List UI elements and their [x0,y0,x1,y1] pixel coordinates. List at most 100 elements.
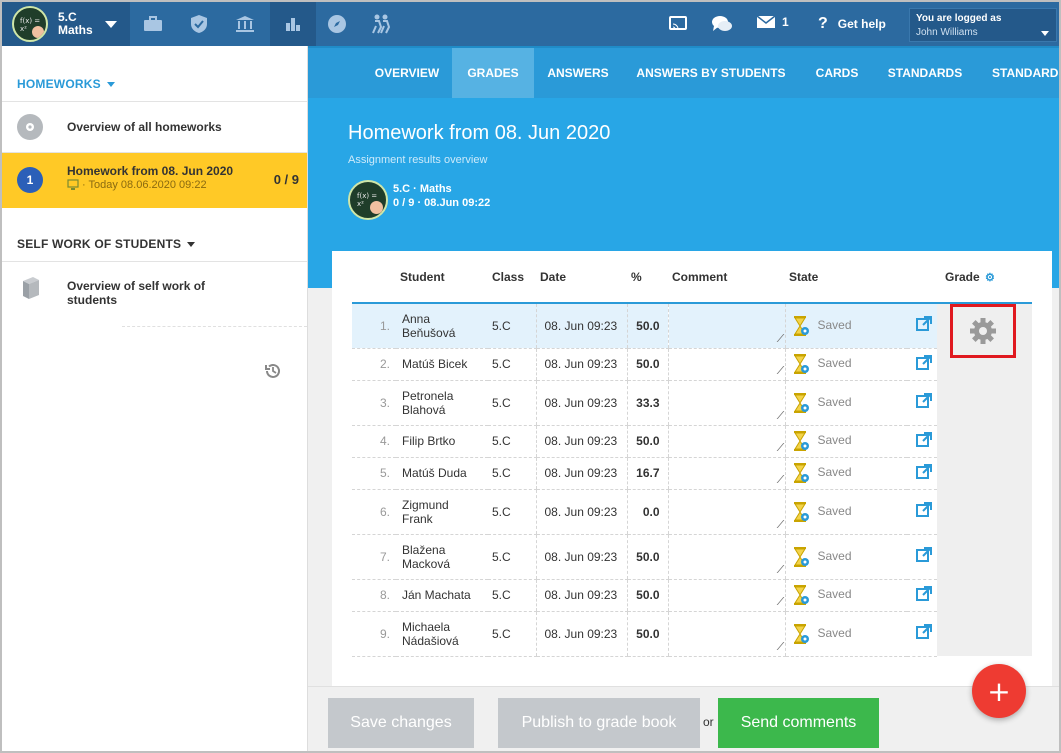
comment-field[interactable] [667,534,785,580]
state-label: Saved [817,465,852,480]
open-external-icon[interactable] [907,425,937,458]
homeworks-section-toggle[interactable]: HOMEWORKS [17,77,115,91]
submission-date: 08. Jun 09:23 [535,579,627,612]
resize-handle-icon[interactable] [769,442,784,451]
comment-field[interactable] [667,489,785,535]
table-row: 5. Matúš Duda 5.C 08. Jun 09:23 16.7 Saved [352,457,1032,490]
self-work-section-toggle[interactable]: SELF WORK OF STUDENTS [17,237,196,251]
publish-button[interactable]: Publish to grade book [498,698,700,748]
hourglass-icon [792,501,810,522]
comment-field[interactable] [667,457,785,490]
resize-handle-icon[interactable] [769,596,784,605]
resize-handle-icon[interactable] [769,519,784,528]
state-cell: Saved [784,380,907,426]
open-external-icon[interactable] [907,611,937,657]
score-percent: 50.0 [626,579,668,612]
class-selector[interactable]: f(x) = x² 5.C Maths [2,2,130,46]
submission-date: 08. Jun 09:23 [535,380,627,426]
student-name: Petronela Blahová [396,380,488,426]
submission-date: 08. Jun 09:23 [535,457,627,490]
briefcase-icon[interactable] [130,2,176,46]
page-subtitle: Assignment results overview [348,154,488,166]
table-row: 9. Michaela Nádašiová 5.C 08. Jun 09:23 50.0… [352,611,1032,657]
students-icon[interactable] [358,2,404,46]
user-name: John Williams [916,27,978,38]
sidebar-item-self-work[interactable]: Overview of self work of students [2,262,307,326]
gear-icon[interactable]: ⚙ [985,272,995,284]
chat-icon[interactable] [700,2,744,46]
messages-link[interactable]: 1 [756,15,789,29]
open-external-icon[interactable] [907,489,937,535]
main-content: OVERVIEW GRADES ANSWERS ANSWERS BY STUDE… [308,46,1059,751]
col-comment: Comment [668,251,785,304]
open-external-icon[interactable] [907,303,937,349]
resize-handle-icon[interactable] [769,474,784,483]
grade-cell[interactable] [937,579,1032,611]
tab-answers-by-students[interactable]: ANSWERS BY STUDENTS [622,48,800,98]
score-percent: 50.0 [626,611,668,657]
tab-overview[interactable]: OVERVIEW [362,48,452,98]
comment-field[interactable] [667,425,785,458]
homework-meta: · Today 08.06.2020 09:22 [82,179,207,191]
grade-cell[interactable] [937,380,1032,425]
score-percent: 16.7 [626,457,668,490]
comment-field[interactable] [667,303,785,349]
monitor-icon [67,179,79,190]
row-number: 6. [352,489,396,535]
help-link[interactable]: ? Get help [818,15,886,33]
state-label: Saved [817,625,852,640]
comment-field[interactable] [667,348,785,381]
grade-cell[interactable] [937,457,1032,489]
send-comments-button[interactable]: Send comments [718,698,879,748]
cast-icon[interactable] [656,2,700,46]
tab-grades[interactable]: GRADES [452,48,534,98]
hourglass-icon [792,623,810,644]
tab-standards-2[interactable]: STANDARDS [976,48,1059,98]
col-state: State [785,251,907,304]
col-class: Class [488,251,536,304]
save-changes-button[interactable]: Save changes [328,698,474,748]
resize-handle-icon[interactable] [769,564,784,573]
tab-cards[interactable]: CARDS [800,48,874,98]
tab-standards[interactable]: STANDARDS [874,48,976,98]
open-external-icon[interactable] [907,457,937,490]
sidebar-item-overview-homeworks[interactable]: Overview of all homeworks [2,102,307,152]
resize-handle-icon[interactable] [769,333,784,342]
homework-score: 0 / 9 [273,172,299,187]
open-external-icon[interactable] [907,380,937,426]
institution-icon[interactable] [222,2,268,46]
add-button[interactable]: + [972,664,1026,718]
homework-title: Homework from 08. Jun 2020 [67,164,234,178]
state-label: Saved [817,433,852,448]
open-external-icon[interactable] [907,348,937,381]
divider [122,326,307,327]
open-external-icon[interactable] [907,534,937,580]
state-label: Saved [817,548,852,563]
open-external-icon[interactable] [907,579,937,612]
comment-field[interactable] [667,611,785,657]
state-cell: Saved [784,611,907,657]
score-percent: 50.0 [626,348,668,381]
shield-check-icon[interactable] [176,2,222,46]
tab-answers[interactable]: ANSWERS [534,48,622,98]
grade-cell[interactable] [937,534,1032,579]
resize-handle-icon[interactable] [769,641,784,650]
page-title: Homework from 08. Jun 2020 [348,122,611,144]
resize-handle-icon[interactable] [769,410,784,419]
app-window: f(x) = x² 5.C Maths 1 ? Get help You are… [0,0,1061,753]
sidebar-item-active-homework[interactable]: 1 Homework from 08. Jun 2020 · Today 08.… [2,153,307,208]
comment-field[interactable] [667,380,785,426]
comment-field[interactable] [667,579,785,612]
grade-cell[interactable] [937,489,1032,534]
user-menu[interactable]: You are logged as John Williams [909,8,1057,42]
grade-settings-button[interactable] [950,304,1016,358]
student-class: 5.C [488,534,536,580]
history-icon[interactable] [264,362,282,383]
bar-chart-icon[interactable] [270,2,316,46]
chevron-down-icon [106,81,115,87]
resize-handle-icon[interactable] [769,365,784,374]
grade-cell[interactable] [937,425,1032,457]
compass-icon[interactable] [314,2,360,46]
grade-cell[interactable] [937,611,1032,656]
chevron-down-icon [187,241,196,247]
